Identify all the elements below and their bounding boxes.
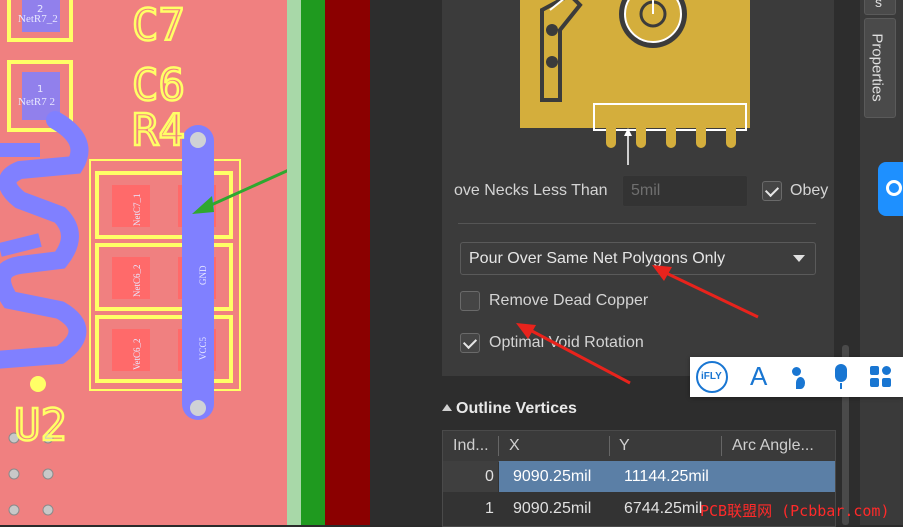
board-edge-light bbox=[287, 0, 301, 525]
designator-c6: C6 bbox=[132, 60, 185, 111]
cell-y: 6744.25mil bbox=[624, 500, 703, 517]
column-separator bbox=[721, 436, 722, 456]
microphone-stand-icon bbox=[840, 383, 842, 389]
pcb-canvas[interactable]: C7 C6 R4 U2 NetR7_2 NetR7 2 NetC7_1 NetC… bbox=[0, 0, 300, 525]
column-header-index[interactable]: Ind... bbox=[453, 437, 489, 455]
tab-partial-label: s bbox=[875, 0, 882, 10]
net-label-netc6-2-lower: VetC6_2 bbox=[132, 339, 142, 371]
tab-properties[interactable]: Properties bbox=[864, 18, 896, 118]
net-label-netc7-1: NetC7_1 bbox=[132, 194, 142, 227]
table-header: Ind... X Y Arc Angle... bbox=[443, 431, 835, 462]
column-separator bbox=[609, 436, 610, 456]
designator-r4: R4 bbox=[132, 105, 185, 156]
net-label-gnd: GND bbox=[198, 265, 208, 285]
net-label-netc6-2: NetC6_2 bbox=[132, 265, 142, 298]
pour-illustration bbox=[520, 0, 750, 165]
microphone-icon[interactable] bbox=[835, 364, 847, 382]
column-header-arc-angle[interactable]: Arc Angle... bbox=[732, 437, 814, 455]
link-icon bbox=[886, 180, 902, 196]
tab-partial[interactable]: s bbox=[864, 0, 896, 15]
watermark-text: PCB联盟网 (Pcbbar.com) bbox=[700, 502, 890, 520]
column-separator bbox=[498, 436, 499, 456]
cell-y: 11144.25mil bbox=[624, 468, 709, 485]
designator-c7: C7 bbox=[132, 0, 185, 51]
board-edge-darkred bbox=[325, 0, 370, 525]
obey-checkbox[interactable] bbox=[762, 181, 782, 201]
optimal-void-rotation-checkbox[interactable] bbox=[460, 333, 480, 353]
cell-x: 9090.25mil bbox=[513, 500, 592, 517]
cell-x: 9090.25mil bbox=[513, 468, 592, 485]
board-edge-green bbox=[301, 0, 325, 525]
cell-index: 1 bbox=[485, 500, 494, 517]
apps-grid-icon[interactable] bbox=[870, 366, 892, 388]
remove-necks-label: ove Necks Less Than bbox=[454, 182, 608, 199]
column-header-y[interactable]: Y bbox=[619, 437, 630, 455]
chevron-down-icon bbox=[793, 255, 805, 262]
pad-number: 1 bbox=[37, 84, 43, 95]
cell-index: 0 bbox=[485, 468, 494, 485]
designator-u2: U2 bbox=[14, 400, 67, 451]
ifly-logo-icon[interactable]: iFLY bbox=[696, 361, 728, 393]
tab-properties-label: Properties bbox=[868, 33, 886, 102]
collapse-triangle-icon[interactable] bbox=[442, 404, 452, 411]
pad-number: 2 bbox=[37, 4, 43, 15]
outline-vertices-title: Outline Vertices bbox=[456, 400, 577, 417]
obey-label: Obey bbox=[790, 182, 829, 199]
font-a-icon[interactable]: A bbox=[750, 361, 767, 392]
net-label-vcc5: VCC5 bbox=[198, 336, 208, 360]
table-row[interactable]: 0 9090.25mil 11144.25mil bbox=[443, 461, 835, 492]
ifly-logo-text: iFLY bbox=[701, 371, 722, 382]
floating-assistant-button[interactable] bbox=[878, 162, 903, 216]
ifly-ime-toolbar: iFLY A bbox=[690, 357, 903, 397]
divider bbox=[458, 223, 816, 224]
remove-necks-input[interactable]: 5mil bbox=[622, 175, 748, 207]
column-header-x[interactable]: X bbox=[509, 437, 520, 455]
net-label-netr7-2: NetR7 2 bbox=[18, 96, 55, 108]
remove-dead-copper-checkbox[interactable] bbox=[460, 291, 480, 311]
